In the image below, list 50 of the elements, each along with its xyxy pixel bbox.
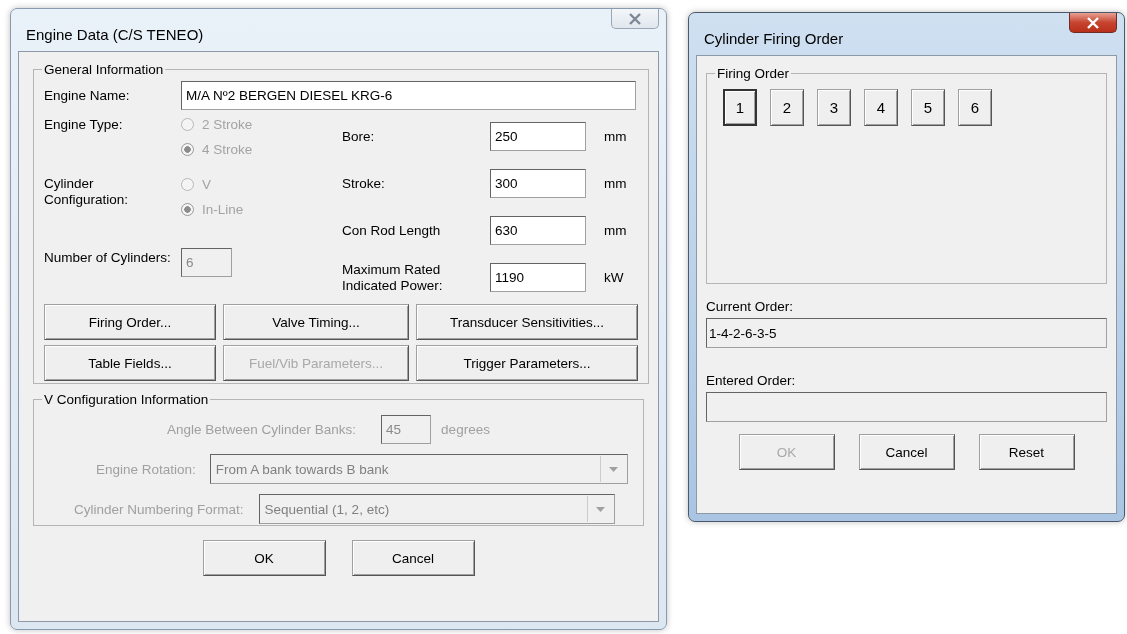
unit-label: mm xyxy=(604,129,627,144)
close-icon xyxy=(1086,16,1100,29)
group-title: General Information xyxy=(43,62,165,77)
dropdown-arrow-icon xyxy=(609,466,619,472)
field-label: Entered Order: xyxy=(706,372,797,389)
field-label: Engine Rotation: xyxy=(96,461,196,477)
field-label: Engine Type: xyxy=(44,116,124,133)
group-title: V Configuration Information xyxy=(43,392,210,407)
unit-label: kW xyxy=(604,270,624,285)
dialog-button[interactable]: Trigger Parameters... xyxy=(416,345,638,381)
unit-label: mm xyxy=(604,223,627,238)
measurement-field[interactable]: 1190 xyxy=(490,263,586,292)
engine-name-field[interactable]: M/A Nº2 BERGEN DIESEL KRG-6 xyxy=(181,81,636,110)
current-order-field[interactable]: 1-4-2-6-3-5 xyxy=(706,318,1107,348)
measurement-field[interactable]: 630 xyxy=(490,216,586,245)
field-label: Con Rod Length xyxy=(342,222,442,239)
measurement-field[interactable]: 250 xyxy=(490,122,586,151)
dialog-button[interactable]: OK xyxy=(202,540,326,576)
field-label: Stroke: xyxy=(342,175,386,192)
field-label: Angle Between Cylinder Banks: xyxy=(167,422,357,437)
cylinder-button[interactable]: 3 xyxy=(817,89,851,126)
window-title: Cylinder Firing Order xyxy=(703,29,844,47)
dialog-button[interactable]: Cancel xyxy=(351,540,475,576)
close-button[interactable] xyxy=(1069,13,1117,33)
dialog-button[interactable]: Cancel xyxy=(858,434,955,470)
field-label: Engine Name: xyxy=(44,87,131,104)
window-title: Engine Data (C/S TENEO) xyxy=(25,25,204,43)
dropdown-arrow-icon xyxy=(596,506,606,512)
field-label: Cylinder Numbering Format: xyxy=(74,501,244,517)
dialog-button[interactable]: Table Fields... xyxy=(44,345,216,381)
field-label: Number of Cylinders: xyxy=(44,250,172,266)
cylinder-button[interactable]: 6 xyxy=(958,89,992,126)
dialog-button[interactable]: Valve Timing... xyxy=(223,304,409,340)
cylinder-button[interactable]: 5 xyxy=(911,89,945,126)
unit-label: degrees xyxy=(441,422,490,437)
field-label: Current Order: xyxy=(706,298,795,315)
cylinder-button[interactable]: 4 xyxy=(864,89,898,126)
field-label: Maximum Rated Indicated Power: xyxy=(342,261,444,294)
close-icon xyxy=(628,12,642,25)
entered-order-field[interactable] xyxy=(706,392,1107,422)
dialog-button[interactable]: Firing Order... xyxy=(44,304,216,340)
field-label: Cylinder Configuration: xyxy=(44,176,130,208)
cylinder-button[interactable]: 2 xyxy=(770,89,804,126)
field-label: Bore: xyxy=(342,128,376,145)
measurement-field[interactable]: 300 xyxy=(490,169,586,198)
dialog-button[interactable]: Transducer Sensitivities... xyxy=(416,304,638,340)
dialog-button[interactable]: Reset xyxy=(978,434,1075,470)
cylinder-button[interactable]: 1 xyxy=(723,89,757,126)
group-title: Firing Order xyxy=(716,66,790,81)
unit-label: mm xyxy=(604,176,627,191)
